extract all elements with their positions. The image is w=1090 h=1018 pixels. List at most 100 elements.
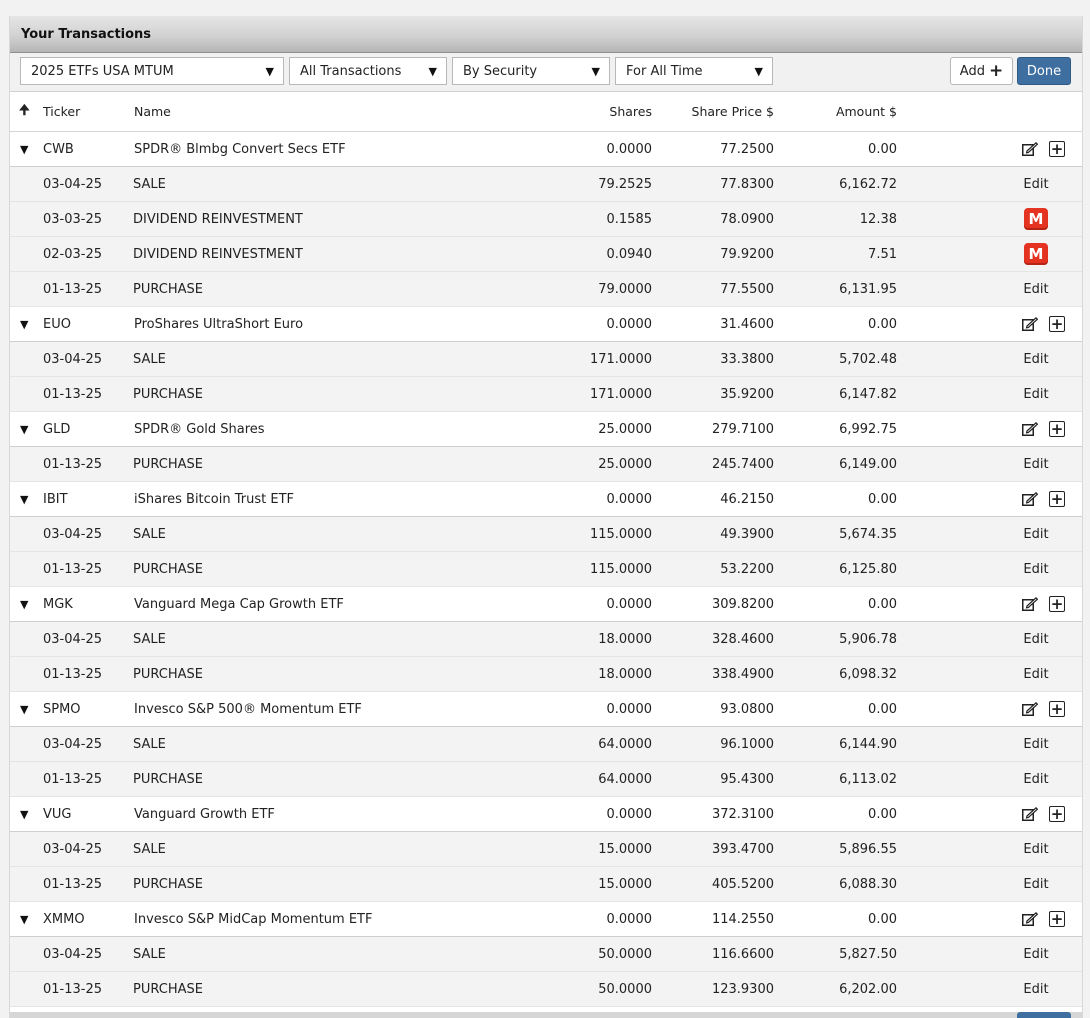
transaction-type: PURCHASE: [133, 876, 203, 892]
edit-link[interactable]: Edit: [1016, 762, 1056, 796]
edit-link[interactable]: Edit: [1016, 517, 1056, 551]
security-name: Invesco S&P MidCap Momentum ETF: [134, 911, 373, 927]
edit-link[interactable]: Edit: [1016, 552, 1056, 586]
edit-link[interactable]: Edit: [1016, 867, 1056, 901]
transaction-type: PURCHASE: [133, 666, 203, 682]
transaction-type: SALE: [133, 631, 166, 647]
security-shares: 0.0000: [606, 491, 653, 507]
manual-entry-badge[interactable]: M: [1024, 208, 1048, 230]
group-by-select[interactable]: By Security ▼: [452, 57, 610, 85]
edit-note-icon[interactable]: [1022, 141, 1039, 156]
collapse-caret-icon[interactable]: ▼: [20, 412, 28, 446]
security-ticker: IBIT: [43, 491, 68, 507]
transaction-date: 03-04-25: [43, 176, 103, 192]
collapse-caret-icon[interactable]: ▼: [20, 692, 28, 726]
edit-note-icon[interactable]: [1022, 701, 1039, 716]
edit-link[interactable]: Edit: [1016, 832, 1056, 866]
edit-note-icon[interactable]: [1022, 911, 1039, 926]
transaction-share-price: 77.5500: [720, 281, 774, 297]
security-share-price: 309.8200: [711, 596, 774, 612]
security-shares: 0.0000: [606, 806, 653, 822]
security-name: ProShares UltraShort Euro: [134, 316, 304, 332]
collapse-caret-icon[interactable]: ▼: [20, 482, 28, 516]
security-actions: +: [1022, 797, 1074, 831]
edit-link[interactable]: Edit: [1016, 167, 1056, 201]
security-shares: 0.0000: [606, 701, 653, 717]
transaction-row: 03-03-25 DIVIDEND REINVESTMENT 0.1585 78.09…: [10, 202, 1082, 237]
portfolio-select[interactable]: 2025 ETFs USA MTUM ▼: [20, 57, 284, 85]
edit-link[interactable]: Edit: [1016, 972, 1056, 1006]
edit-link[interactable]: Edit: [1016, 447, 1056, 481]
transaction-amount: 6,113.02: [839, 771, 897, 787]
add-transaction-icon[interactable]: +: [1049, 421, 1065, 437]
column-amount[interactable]: Amount $: [790, 92, 897, 131]
transaction-row: 03-04-25 SALE 115.0000 49.3900 5,674.35 Edit: [10, 517, 1082, 552]
edit-link[interactable]: Edit: [1016, 377, 1056, 411]
security-row-xmmo: ▼ XMMO Invesco S&P MidCap Momentum ETF 0.00…: [10, 902, 1082, 937]
security-row-cwb: ▼ CWB SPDR® Blmbg Convert Secs ETF 0.0000 77…: [10, 132, 1082, 167]
transaction-row: 01-13-25 PURCHASE 25.0000 245.7400 6,149.00 E…: [10, 447, 1082, 482]
transaction-row: 03-04-25 SALE 18.0000 328.4600 5,906.78 Edit: [10, 622, 1082, 657]
transaction-filter-select[interactable]: All Transactions ▼: [289, 57, 447, 85]
edit-link[interactable]: Edit: [1016, 657, 1056, 691]
transaction-share-price: 116.6600: [711, 946, 774, 962]
security-name: SPDR® Gold Shares: [134, 421, 265, 437]
edit-note-icon[interactable]: [1022, 596, 1039, 611]
security-ticker: EUO: [43, 316, 71, 332]
add-transaction-icon[interactable]: +: [1049, 701, 1065, 717]
add-transaction-icon[interactable]: +: [1049, 596, 1065, 612]
edit-link[interactable]: Edit: [1016, 272, 1056, 306]
edit-note-icon[interactable]: [1022, 316, 1039, 331]
period-value: For All Time: [626, 63, 703, 79]
security-share-price: 372.3100: [711, 806, 774, 822]
transaction-shares: 171.0000: [589, 386, 652, 402]
edit-note-icon[interactable]: [1022, 491, 1039, 506]
transaction-row: 01-13-25 PURCHASE 18.0000 338.4900 6,098.32 E…: [10, 657, 1082, 692]
security-share-price: 279.7100: [711, 421, 774, 437]
transaction-amount: 5,906.78: [839, 631, 897, 647]
period-select[interactable]: For All Time ▼: [615, 57, 773, 85]
edit-link[interactable]: Edit: [1016, 937, 1056, 971]
transaction-share-price: 338.4900: [711, 666, 774, 682]
column-share-price[interactable]: Share Price $: [650, 92, 774, 131]
column-name[interactable]: Name: [134, 92, 171, 131]
edit-link[interactable]: Edit: [1016, 342, 1056, 376]
column-ticker[interactable]: Ticker: [43, 92, 80, 131]
manual-entry-badge[interactable]: M: [1024, 243, 1048, 265]
transaction-row: 03-04-25 SALE 50.0000 116.6600 5,827.50 Edit: [10, 937, 1082, 972]
transaction-share-price: 245.7400: [711, 456, 774, 472]
add-transaction-icon[interactable]: +: [1049, 316, 1065, 332]
footer-button[interactable]: [1017, 1012, 1071, 1018]
collapse-caret-icon[interactable]: ▼: [20, 307, 28, 341]
add-transaction-icon[interactable]: +: [1049, 141, 1065, 157]
transaction-share-price: 49.3900: [720, 526, 774, 542]
security-name: iShares Bitcoin Trust ETF: [134, 491, 294, 507]
done-button[interactable]: Done: [1017, 57, 1071, 85]
transaction-share-price: 77.8300: [720, 176, 774, 192]
security-amount: 0.00: [868, 806, 897, 822]
add-transaction-icon[interactable]: +: [1049, 806, 1065, 822]
sort-ascending-icon[interactable]: 🠉: [19, 92, 30, 131]
transaction-amount: 6,147.82: [839, 386, 897, 402]
edit-link[interactable]: Edit: [1016, 622, 1056, 656]
transaction-share-price: 123.9300: [711, 981, 774, 997]
collapse-caret-icon[interactable]: ▼: [20, 902, 28, 936]
add-transaction-button[interactable]: Add +: [950, 57, 1013, 85]
transaction-date: 01-13-25: [43, 666, 103, 682]
edit-note-icon[interactable]: [1022, 806, 1039, 821]
edit-note-icon[interactable]: [1022, 421, 1039, 436]
collapse-caret-icon[interactable]: ▼: [20, 797, 28, 831]
collapse-caret-icon[interactable]: ▼: [20, 587, 28, 621]
transaction-type: PURCHASE: [133, 281, 203, 297]
transaction-date: 01-13-25: [43, 456, 103, 472]
edit-link[interactable]: Edit: [1016, 727, 1056, 761]
security-actions: +: [1022, 307, 1074, 341]
security-actions: +: [1022, 902, 1074, 936]
transaction-amount: 6,144.90: [839, 736, 897, 752]
collapse-caret-icon[interactable]: ▼: [20, 132, 28, 166]
add-transaction-icon[interactable]: +: [1049, 491, 1065, 507]
column-shares[interactable]: Shares: [510, 92, 652, 131]
transaction-type: SALE: [133, 946, 166, 962]
add-transaction-icon[interactable]: +: [1049, 911, 1065, 927]
security-ticker: GLD: [43, 421, 71, 437]
